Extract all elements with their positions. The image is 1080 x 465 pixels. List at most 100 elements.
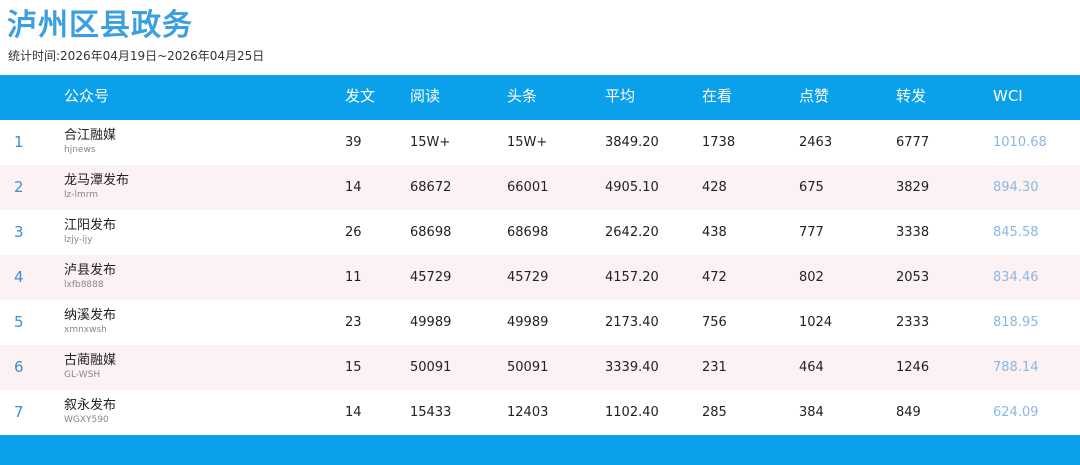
- account-id: lxfb8888: [64, 280, 104, 290]
- col-header-headline: 头条: [507, 87, 538, 105]
- reads-cell: 50091: [410, 360, 452, 375]
- likes-cell: 2463: [799, 135, 833, 150]
- average-cell: 3849.20: [605, 135, 659, 150]
- posts-cell: 39: [345, 135, 362, 150]
- table-row: 2 龙马潭发布 lz-lmrm 14 68672 66001 4905.10 4…: [0, 165, 1080, 210]
- wci-cell: 834.46: [993, 270, 1039, 285]
- page-header: 泸州区县政务 统计时间:2026年04月19日~2026年04月25日: [0, 0, 1080, 75]
- rank-cell: 2: [14, 178, 24, 196]
- account-name: 合江融媒: [64, 128, 117, 143]
- table-footer-bar: [0, 435, 1080, 465]
- wci-cell: 1010.68: [993, 135, 1047, 150]
- account-cell: 合江融媒 hjnews: [64, 127, 116, 156]
- posts-cell: 14: [345, 405, 362, 420]
- shares-cell: 3829: [896, 180, 930, 195]
- headline-cell: 68698: [507, 225, 549, 240]
- watching-cell: 438: [702, 225, 727, 240]
- col-header-reads: 阅读: [410, 87, 441, 105]
- shares-cell: 2333: [896, 315, 930, 330]
- reads-cell: 15W+: [410, 135, 451, 150]
- account-id: GL-WSH: [64, 370, 101, 380]
- headline-cell: 15W+: [507, 135, 548, 150]
- average-cell: 3339.40: [605, 360, 659, 375]
- rank-cell: 4: [14, 268, 24, 286]
- account-cell: 江阳发布 lzjy-ijy: [64, 217, 116, 246]
- watching-cell: 231: [702, 360, 727, 375]
- page-title: 泸州区县政务: [7, 8, 193, 43]
- watching-cell: 1738: [702, 135, 736, 150]
- likes-cell: 777: [799, 225, 824, 240]
- table-row: 6 古蔺融媒 GL-WSH 15 50091 50091 3339.40 231…: [0, 345, 1080, 390]
- rank-cell: 3: [14, 223, 24, 241]
- headline-cell: 12403: [507, 405, 549, 420]
- headline-cell: 50091: [507, 360, 549, 375]
- reads-cell: 45729: [410, 270, 452, 285]
- rank-cell: 5: [14, 313, 24, 331]
- table-row: 7 叙永发布 WGXY590 14 15433 12403 1102.40 28…: [0, 390, 1080, 435]
- wci-cell: 894.30: [993, 180, 1039, 195]
- wci-cell: 788.14: [993, 360, 1039, 375]
- average-cell: 4157.20: [605, 270, 659, 285]
- table-row: 3 江阳发布 lzjy-ijy 26 68698 68698 2642.20 4…: [0, 210, 1080, 255]
- headline-cell: 49989: [507, 315, 549, 330]
- account-cell: 泸县发布 lxfb8888: [64, 262, 116, 291]
- watching-cell: 428: [702, 180, 727, 195]
- reads-cell: 68672: [410, 180, 452, 195]
- wci-cell: 624.09: [993, 405, 1039, 420]
- average-cell: 1102.40: [605, 405, 659, 420]
- likes-cell: 1024: [799, 315, 833, 330]
- average-cell: 4905.10: [605, 180, 659, 195]
- likes-cell: 675: [799, 180, 824, 195]
- account-id: WGXY590: [64, 415, 109, 425]
- headline-cell: 45729: [507, 270, 549, 285]
- posts-cell: 14: [345, 180, 362, 195]
- table-row: 1 合江融媒 hjnews 39 15W+ 15W+ 3849.20 1738 …: [0, 120, 1080, 165]
- col-header-posts: 发文: [345, 87, 376, 105]
- col-header-account: 公众号: [64, 87, 110, 105]
- ranking-table-body: 1 合江融媒 hjnews 39 15W+ 15W+ 3849.20 1738 …: [0, 120, 1080, 435]
- shares-cell: 6777: [896, 135, 930, 150]
- posts-cell: 15: [345, 360, 362, 375]
- shares-cell: 2053: [896, 270, 930, 285]
- account-name: 泸县发布: [64, 263, 117, 278]
- shares-cell: 1246: [896, 360, 930, 375]
- wci-cell: 818.95: [993, 315, 1039, 330]
- rank-cell: 6: [14, 358, 24, 376]
- shares-cell: 849: [896, 405, 921, 420]
- likes-cell: 464: [799, 360, 824, 375]
- col-header-shares: 转发: [896, 87, 927, 105]
- likes-cell: 802: [799, 270, 824, 285]
- posts-cell: 23: [345, 315, 362, 330]
- account-id: lzjy-ijy: [64, 235, 93, 245]
- watching-cell: 285: [702, 405, 727, 420]
- average-cell: 2642.20: [605, 225, 659, 240]
- account-cell: 古蔺融媒 GL-WSH: [64, 352, 116, 381]
- account-id: lz-lmrm: [64, 190, 99, 200]
- col-header-likes: 点赞: [799, 87, 830, 105]
- col-header-watching: 在看: [702, 87, 733, 105]
- col-header-average: 平均: [605, 87, 636, 105]
- account-name: 江阳发布: [64, 218, 117, 233]
- posts-cell: 26: [345, 225, 362, 240]
- account-cell: 龙马潭发布 lz-lmrm: [64, 172, 129, 201]
- rank-cell: 7: [14, 403, 24, 421]
- account-name: 龙马潭发布: [64, 173, 130, 188]
- reads-cell: 15433: [410, 405, 452, 420]
- account-name: 纳溪发布: [64, 308, 117, 323]
- table-row: 5 纳溪发布 xmnxwsh 23 49989 49989 2173.40 75…: [0, 300, 1080, 345]
- wci-cell: 845.58: [993, 225, 1039, 240]
- watching-cell: 472: [702, 270, 727, 285]
- account-id: hjnews: [64, 145, 96, 155]
- likes-cell: 384: [799, 405, 824, 420]
- stat-period: 统计时间:2026年04月19日~2026年04月25日: [8, 49, 265, 63]
- shares-cell: 3338: [896, 225, 930, 240]
- table-row: 4 泸县发布 lxfb8888 11 45729 45729 4157.20 4…: [0, 255, 1080, 300]
- average-cell: 2173.40: [605, 315, 659, 330]
- reads-cell: 68698: [410, 225, 452, 240]
- col-header-wci: WCI: [993, 87, 1023, 105]
- account-cell: 纳溪发布 xmnxwsh: [64, 307, 116, 336]
- rank-cell: 1: [14, 133, 24, 151]
- account-name: 古蔺融媒: [64, 353, 117, 368]
- headline-cell: 66001: [507, 180, 549, 195]
- account-id: xmnxwsh: [64, 325, 107, 335]
